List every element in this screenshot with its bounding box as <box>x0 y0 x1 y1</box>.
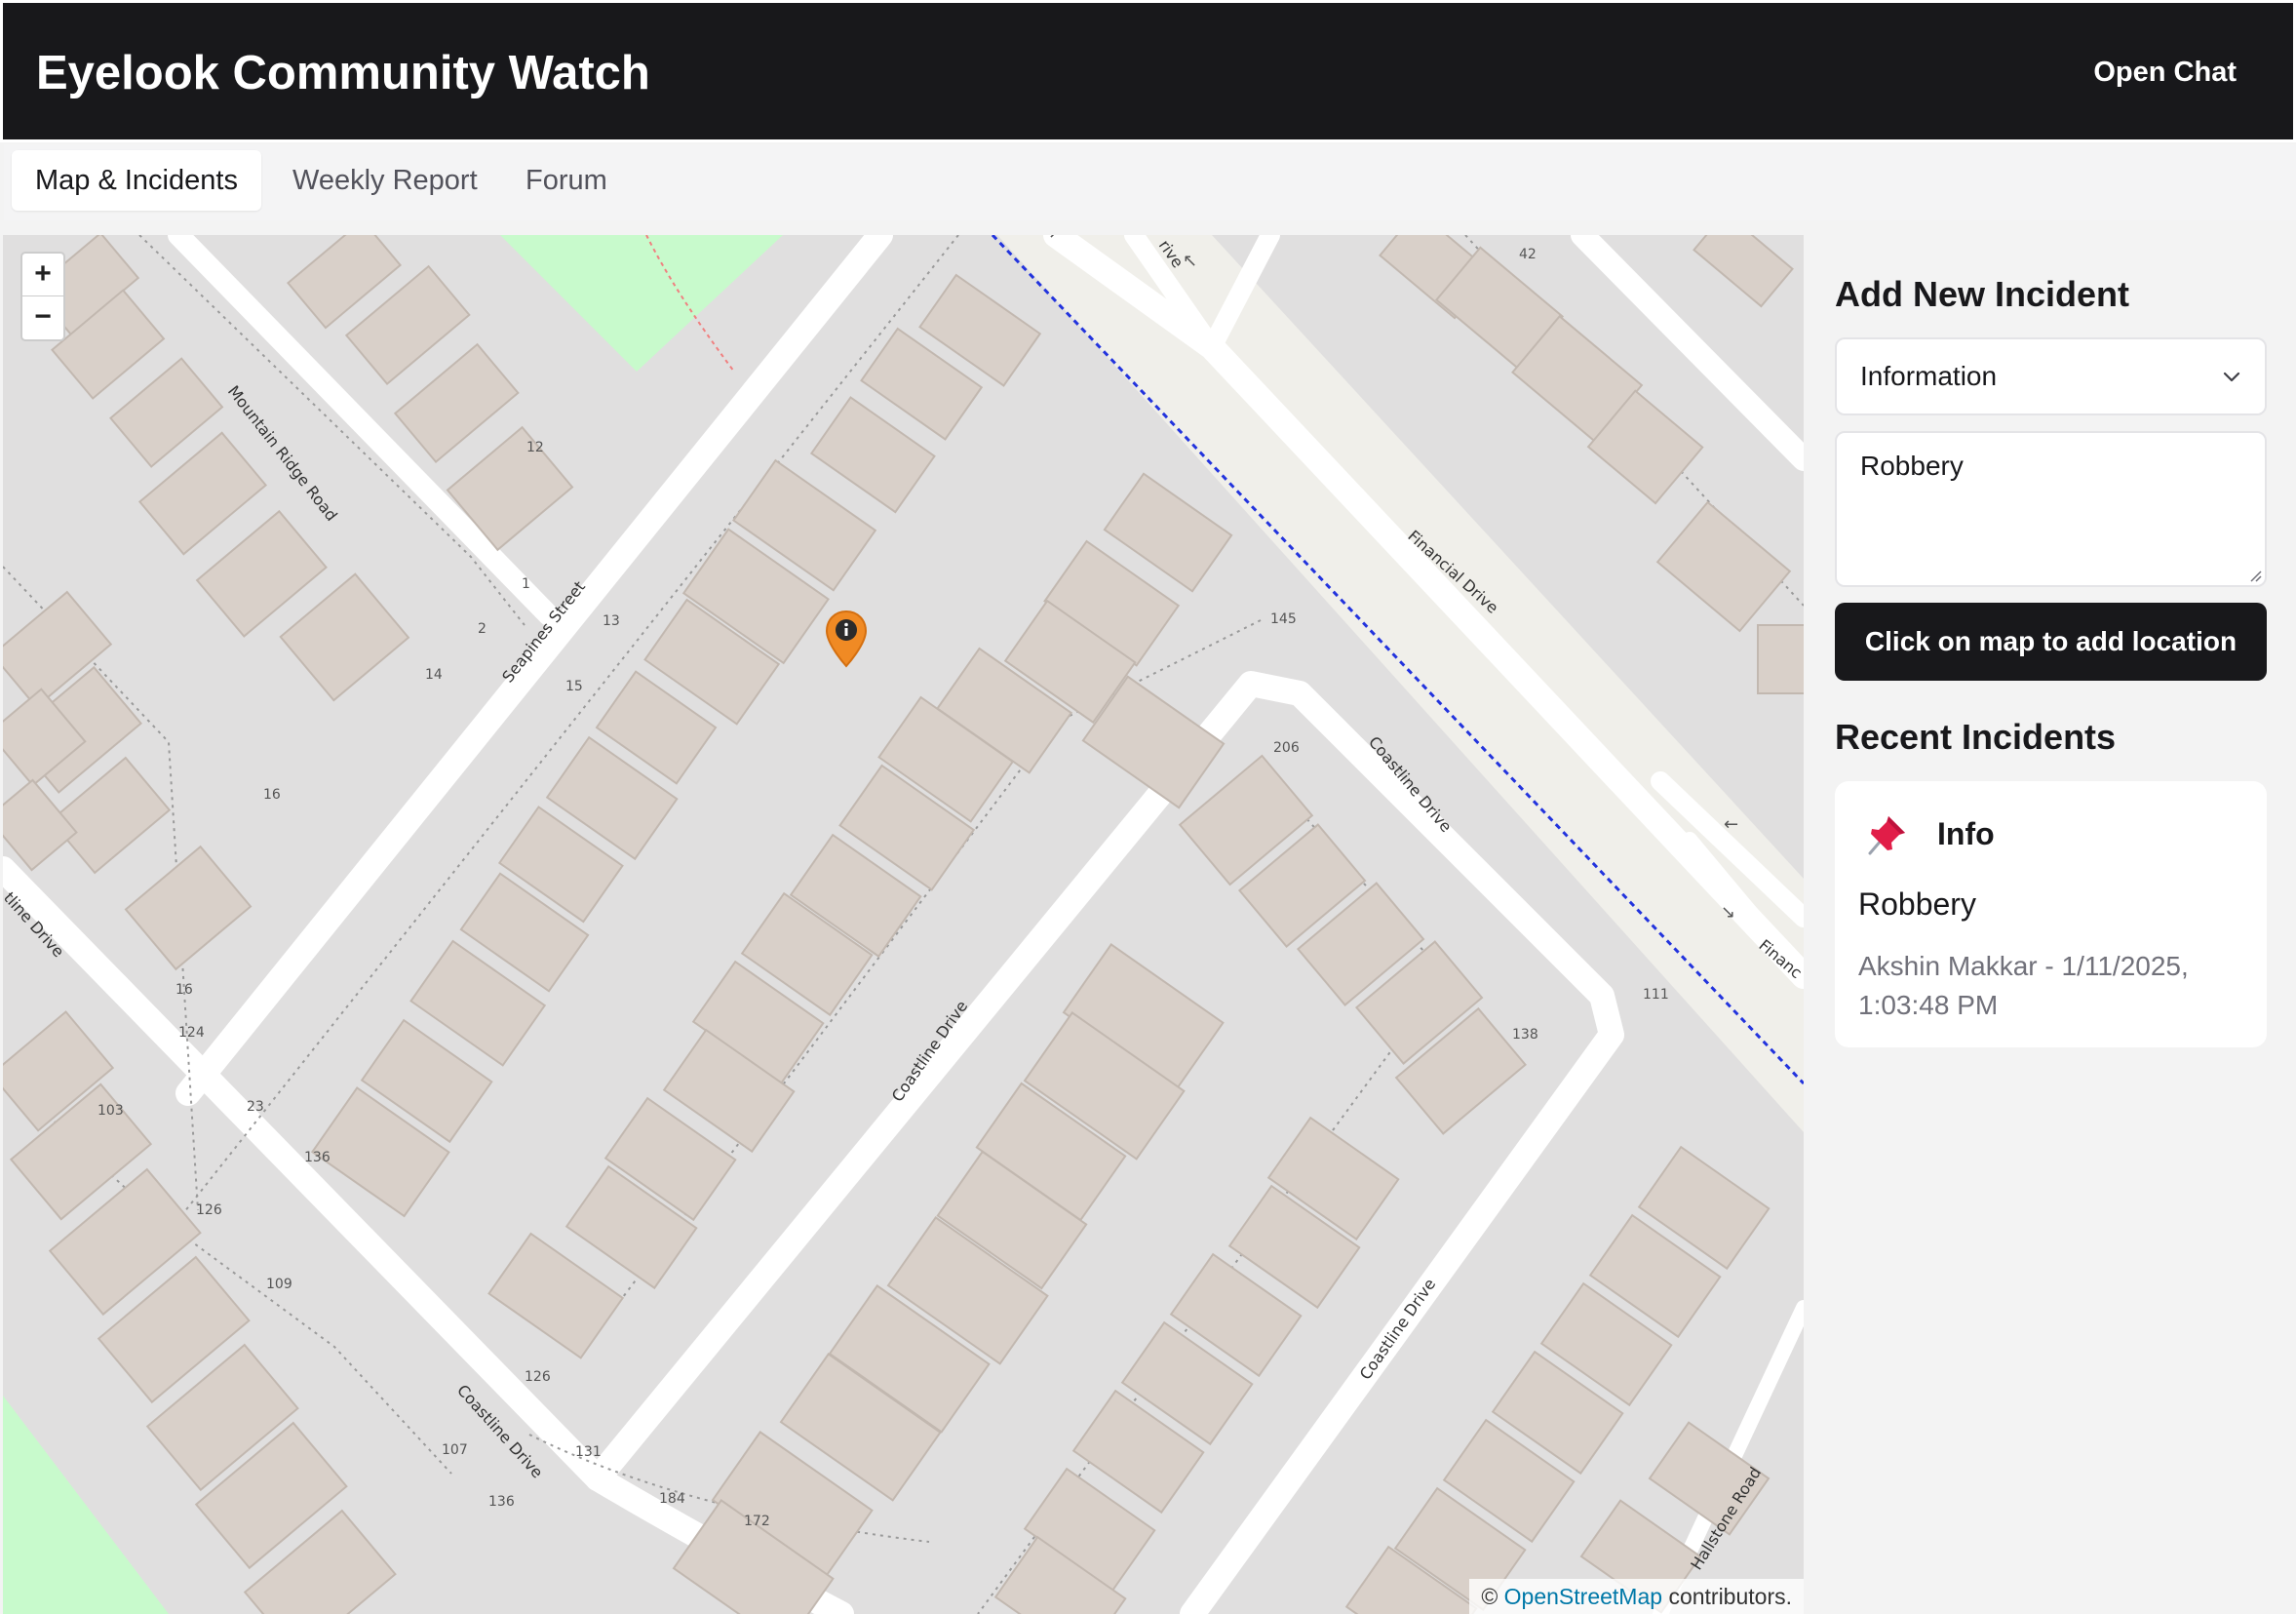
svg-text:↖: ↖ <box>1183 251 1197 271</box>
incident-type-value: Information <box>1860 361 1998 391</box>
zoom-out-button[interactable]: − <box>22 296 63 339</box>
house-number: 12 <box>526 440 544 455</box>
openstreetmap-link[interactable]: OpenStreetMap <box>1504 1584 1662 1609</box>
house-number: 16 <box>175 982 193 998</box>
house-number: 42 <box>1519 247 1537 262</box>
house-number: 14 <box>425 667 443 683</box>
tab-map-incidents[interactable]: Map & Incidents <box>12 150 261 211</box>
svg-text:↘: ↘ <box>1721 902 1735 923</box>
recent-incidents-heading: Recent Incidents <box>1835 717 2117 757</box>
incident-description: Robbery <box>1858 886 1976 922</box>
incident-card[interactable]: Info Robbery Akshin Makkar - 1/11/2025, … <box>1835 781 2267 1047</box>
house-number: 131 <box>575 1444 602 1460</box>
house-number: 124 <box>178 1025 205 1041</box>
house-number: 136 <box>488 1494 515 1510</box>
house-number: 13 <box>603 613 620 629</box>
house-number: 16 <box>263 787 281 803</box>
house-number: 172 <box>744 1514 770 1529</box>
house-number: 107 <box>442 1442 468 1458</box>
house-number: 109 <box>266 1277 292 1292</box>
park-area <box>3 1396 169 1614</box>
map-attribution: © OpenStreetMap contributors. <box>1469 1579 1804 1614</box>
map-tiles: Mountain Ridge Road Seapines Street Fina… <box>3 235 1804 1614</box>
attribution-suffix: contributors. <box>1668 1584 1792 1609</box>
house-number: 23 <box>247 1099 264 1115</box>
house-number: 126 <box>525 1369 551 1385</box>
incident-marker[interactable] <box>824 610 869 670</box>
house-number: 126 <box>196 1202 222 1218</box>
svg-text:↗: ↗ <box>1048 235 1063 243</box>
house-number: 1 <box>522 576 530 592</box>
incident-map[interactable]: Mountain Ridge Road Seapines Street Fina… <box>3 235 1804 1614</box>
house-number: 206 <box>1273 740 1300 756</box>
incident-description-value: Robbery <box>1860 451 1964 481</box>
pushpin-icon <box>1868 816 1905 855</box>
house-number: 15 <box>565 679 583 694</box>
incident-type-select[interactable]: Information <box>1835 337 2267 415</box>
house-number: 184 <box>659 1491 685 1507</box>
chevron-down-icon <box>2223 372 2240 382</box>
add-incident-heading: Add New Incident <box>1835 274 2130 314</box>
house-number: 111 <box>1643 987 1669 1003</box>
house-number: 145 <box>1270 611 1297 627</box>
zoom-control: + − <box>20 252 65 341</box>
attribution-prefix: © <box>1481 1584 1498 1609</box>
app-title: Eyelook Community Watch <box>36 47 650 99</box>
house-number: 103 <box>97 1103 124 1119</box>
incident-meta: Akshin Makkar - 1/11/2025, 1:03:48 PM <box>1858 951 2189 1020</box>
incident-sidebar: Add New Incident Information Robbery Cli… <box>1804 235 2296 1614</box>
house-number: 136 <box>304 1150 331 1165</box>
house-number: 138 <box>1512 1027 1538 1043</box>
zoom-in-button[interactable]: + <box>22 254 63 296</box>
street-label: Coastline Drive <box>1356 1275 1440 1383</box>
house-number: 2 <box>478 621 486 637</box>
open-chat-button[interactable]: Open Chat <box>2093 57 2237 89</box>
svg-text:←: ← <box>1724 814 1738 835</box>
tab-weekly-report[interactable]: Weekly Report <box>269 150 501 211</box>
tab-bar: Map & Incidents Weekly Report Forum <box>4 144 2296 220</box>
resize-handle-icon[interactable] <box>2246 567 2262 582</box>
park-area <box>500 235 783 372</box>
app-header: Eyelook Community Watch Open Chat <box>0 0 2296 142</box>
add-location-button[interactable]: Click on map to add location <box>1835 603 2267 681</box>
incident-type-label: Info <box>1937 816 1995 851</box>
incident-description-field[interactable]: Robbery <box>1835 431 2267 587</box>
tab-forum[interactable]: Forum <box>502 150 631 211</box>
